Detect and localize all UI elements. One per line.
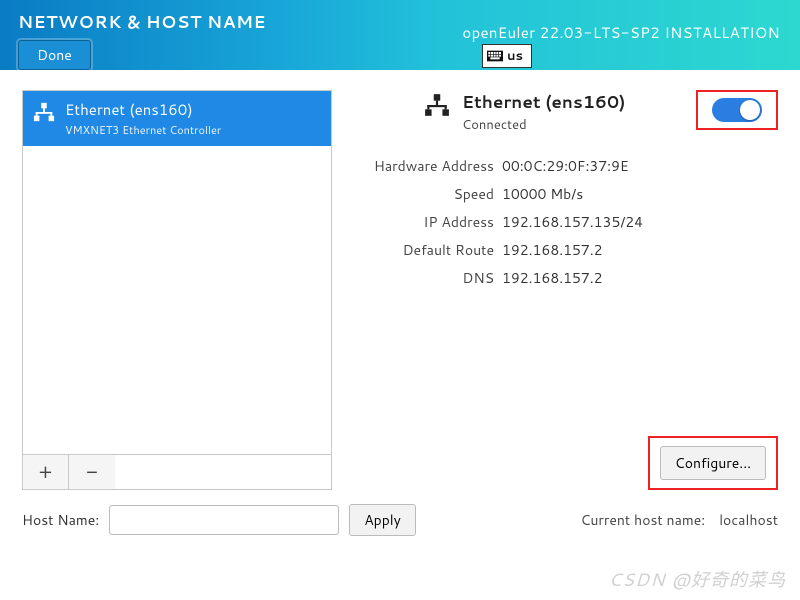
nic-enable-toggle[interactable] xyxy=(712,98,762,122)
nic-list-item[interactable]: Ethernet (ens160) VMXNET3 Ethernet Contr… xyxy=(23,91,331,146)
ip-address-value: 192.168.157.135/24 xyxy=(502,212,643,232)
remove-nic-button[interactable]: − xyxy=(69,455,115,489)
nic-details: Hardware Address 00:0C:29:0F:37:9E Speed 1… xyxy=(344,156,778,288)
speed-label: Speed xyxy=(344,184,494,204)
add-nic-button[interactable]: + xyxy=(23,455,69,489)
ip-address-label: IP Address xyxy=(344,212,494,232)
hostname-label: Host Name: xyxy=(22,510,99,530)
ethernet-icon xyxy=(33,101,55,123)
keyboard-indicator[interactable]: us xyxy=(482,44,532,68)
dns-value: 192.168.157.2 xyxy=(502,268,603,288)
keyboard-layout-label: us xyxy=(507,47,523,65)
nic-item-name: Ethernet (ens160) xyxy=(65,99,221,120)
selected-nic-status: Connected xyxy=(462,116,625,134)
current-hostname-label: Current host name: xyxy=(580,510,705,530)
current-hostname-value: localhost xyxy=(719,510,778,530)
default-route-label: Default Route xyxy=(344,240,494,260)
selected-nic-title: Ethernet (ens160) xyxy=(462,90,625,114)
watermark: CSDN @好奇的菜鸟 xyxy=(608,566,786,592)
keyboard-icon xyxy=(487,50,503,62)
highlight-box: Configure... xyxy=(648,436,778,490)
apply-button[interactable]: Apply xyxy=(349,504,416,536)
highlight-box xyxy=(696,90,778,130)
hw-address-label: Hardware Address xyxy=(344,156,494,176)
dns-label: DNS xyxy=(344,268,494,288)
done-button[interactable]: Done xyxy=(18,40,91,70)
speed-value: 10000 Mb/s xyxy=(502,184,583,204)
installer-label: openEuler 22.03-LTS-SP2 INSTALLATION xyxy=(462,22,780,43)
nic-list[interactable]: Ethernet (ens160) VMXNET3 Ethernet Contr… xyxy=(22,90,332,455)
default-route-value: 192.168.157.2 xyxy=(502,240,603,260)
hostname-input[interactable] xyxy=(109,505,339,535)
configure-button[interactable]: Configure... xyxy=(660,446,766,480)
ethernet-icon xyxy=(424,92,450,118)
hw-address-value: 00:0C:29:0F:37:9E xyxy=(502,156,629,176)
nic-item-desc: VMXNET3 Ethernet Controller xyxy=(65,122,221,138)
